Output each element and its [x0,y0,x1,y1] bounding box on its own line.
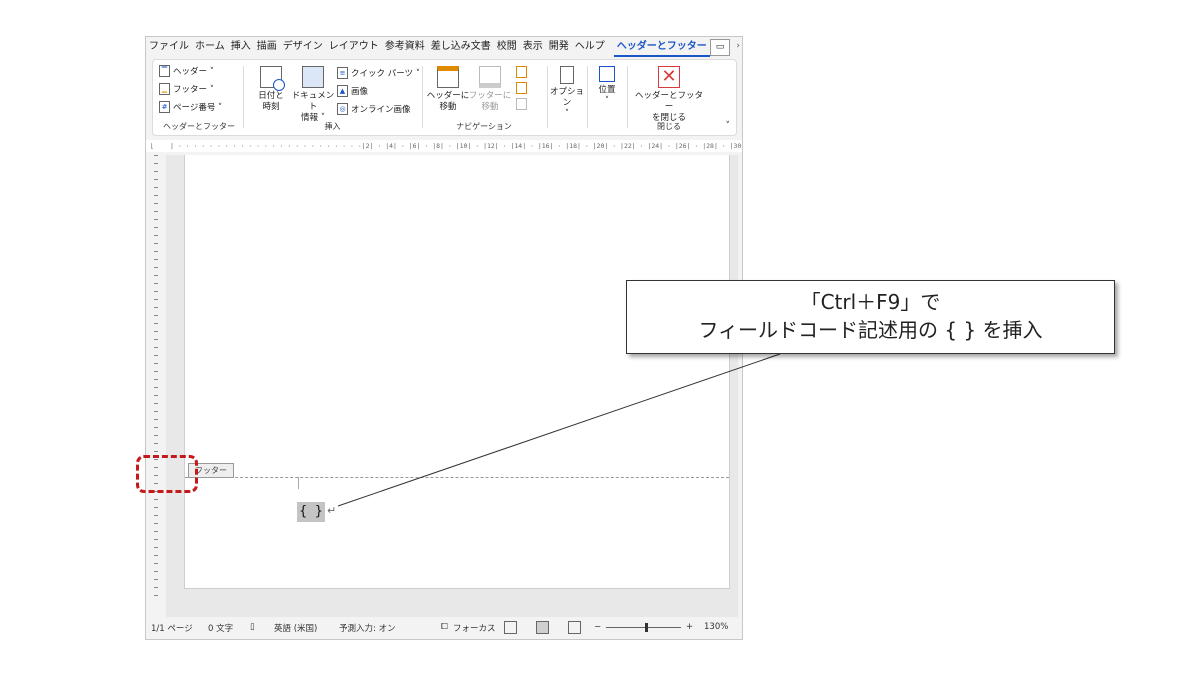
callout-box: 「Ctrl＋F9」で フィールドコード記述用の { } を挿入 [626,280,1115,354]
callout-line-2: フィールドコード記述用の { } を挿入 [698,318,1043,342]
callout-line-1: 「Ctrl＋F9」で [800,290,941,314]
